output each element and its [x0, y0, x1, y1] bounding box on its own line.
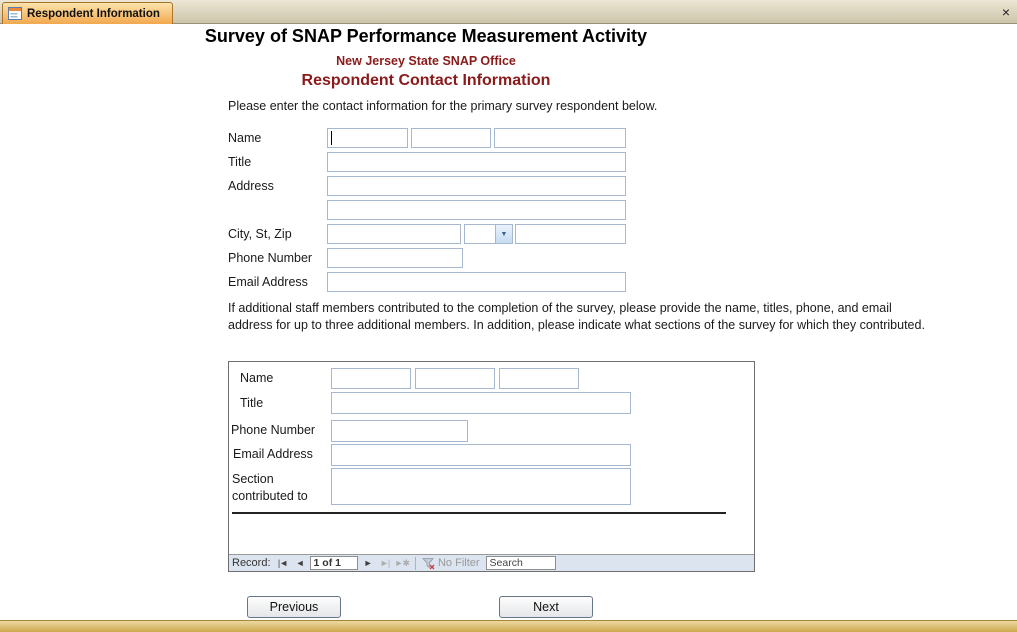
state-combobox[interactable]: ▼: [464, 224, 513, 244]
phone-label: Phone Number: [228, 251, 312, 265]
new-record-icon[interactable]: ►✱: [395, 558, 409, 569]
state-value: [465, 225, 495, 243]
subform-title-label: Title: [240, 396, 263, 410]
first-name-input[interactable]: [327, 128, 408, 148]
title-label: Title: [228, 155, 251, 169]
no-filter-icon: [422, 557, 435, 570]
record-label: Record:: [232, 557, 271, 569]
subform-email-input[interactable]: [331, 444, 631, 466]
tab-label: Respondent Information: [27, 8, 160, 20]
subform-middle-name-input[interactable]: [415, 368, 495, 389]
subform-email-label: Email Address: [233, 447, 313, 461]
previous-record-icon[interactable]: ◄: [293, 558, 307, 568]
last-name-input[interactable]: [494, 128, 626, 148]
first-record-icon[interactable]: |◄: [276, 558, 290, 568]
email-label: Email Address: [228, 275, 308, 289]
middle-name-input[interactable]: [411, 128, 491, 148]
text-cursor: [331, 131, 332, 145]
navigator-separator: [415, 557, 416, 570]
address-line2-input[interactable]: [327, 200, 626, 220]
name-label: Name: [228, 131, 261, 145]
subform-phone-input[interactable]: [331, 420, 468, 442]
record-position[interactable]: 1 of 1: [310, 556, 358, 570]
record-navigator: Record: |◄ ◄ 1 of 1 ► ►| ►✱ No Filter: [229, 554, 754, 571]
phone-input[interactable]: [327, 248, 463, 268]
city-input[interactable]: [327, 224, 461, 244]
subform-phone-label: Phone Number: [231, 423, 315, 437]
city-st-zip-label: City, St, Zip: [228, 227, 292, 241]
address-label: Address: [228, 179, 274, 193]
subform-divider: [232, 512, 726, 514]
next-record-icon[interactable]: ►: [361, 558, 375, 568]
zip-input[interactable]: [515, 224, 626, 244]
section-title: Respondent Contact Information: [0, 72, 852, 90]
email-input[interactable]: [327, 272, 626, 292]
filter-status[interactable]: No Filter: [438, 557, 480, 569]
record-search-input[interactable]: [486, 556, 556, 570]
page-title: Survey of SNAP Performance Measurement A…: [0, 26, 852, 47]
previous-button[interactable]: Previous: [247, 596, 341, 618]
tab-respondent-information[interactable]: Respondent Information: [2, 2, 173, 24]
last-record-icon[interactable]: ►|: [378, 558, 392, 568]
subform-name-label: Name: [240, 371, 273, 385]
subform-last-name-input[interactable]: [499, 368, 579, 389]
subform-title-input[interactable]: [331, 392, 631, 414]
access-form-window: Respondent Information × Survey of SNAP …: [0, 0, 1017, 632]
office-subtitle: New Jersey State SNAP Office: [0, 54, 852, 68]
subform-first-name-input[interactable]: [331, 368, 411, 389]
form-icon: [8, 7, 22, 20]
close-icon[interactable]: ×: [1002, 3, 1010, 21]
additional-staff-instructions: If additional staff members contributed …: [228, 300, 925, 334]
instructions-text: Please enter the contact information for…: [228, 99, 657, 113]
title-input[interactable]: [327, 152, 626, 172]
subform-section-input[interactable]: [331, 468, 631, 505]
bottom-bar: [0, 620, 1017, 632]
subform-section-label: Section contributed to: [232, 471, 332, 505]
next-button[interactable]: Next: [499, 596, 593, 618]
tab-bar: Respondent Information ×: [0, 0, 1017, 24]
dropdown-arrow-icon[interactable]: ▼: [495, 225, 512, 243]
address-line1-input[interactable]: [327, 176, 626, 196]
